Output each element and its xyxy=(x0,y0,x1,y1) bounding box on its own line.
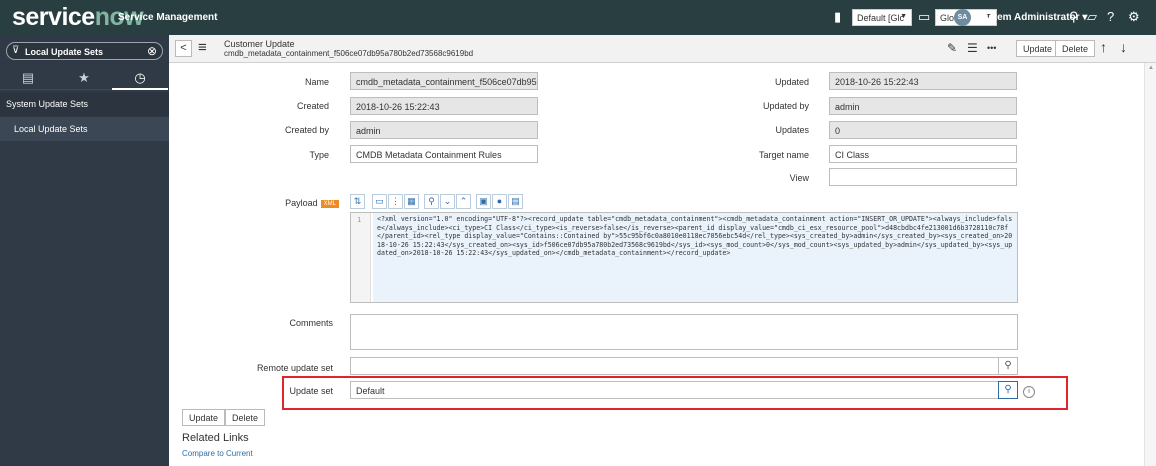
application-navigator: ⊽ Local Update Sets ⊗ ▤ ★ ◷ System Updat… xyxy=(0,35,169,466)
update-set-picker-value: Default [Glc xyxy=(857,13,905,23)
update-button[interactable]: Update xyxy=(1016,40,1060,57)
page-scrollbar[interactable]: ▲ xyxy=(1144,63,1156,466)
bottom-update-button[interactable]: Update xyxy=(182,409,226,426)
next-record-arrow-down-icon[interactable]: ↓ xyxy=(1120,39,1127,55)
tab-history-clock-icon[interactable]: ◷ xyxy=(112,70,168,90)
tab-all-applications-icon[interactable]: ▤ xyxy=(0,70,56,86)
updated-label: Updated xyxy=(774,77,809,87)
chevron-down-icon[interactable]: ⌄ xyxy=(440,194,455,209)
tab-favorites-star-icon[interactable]: ★ xyxy=(56,70,112,86)
remote-update-set-search-icon[interactable]: ⚲ xyxy=(998,357,1018,375)
attachment-paperclip-icon[interactable]: ✎ xyxy=(947,41,957,55)
payload-code[interactable]: <?xml version="1.0" encoding="UTF-8"?><r… xyxy=(373,213,1017,302)
created-by-field[interactable]: admin xyxy=(350,121,538,139)
close-icon[interactable]: ⊗ xyxy=(147,44,157,58)
compare-to-current-link[interactable]: Compare to Current xyxy=(182,449,253,458)
back-button[interactable]: < xyxy=(175,40,192,57)
payload-label-text: Payload xyxy=(285,198,318,208)
target-name-label: Target name xyxy=(758,150,809,160)
updated-by-field[interactable]: admin xyxy=(829,97,1017,115)
target-name-field[interactable]: CI Class xyxy=(829,145,1017,163)
chevron-up-icon[interactable]: ⌃ xyxy=(456,194,471,209)
gear-icon[interactable]: ⚙ xyxy=(1128,10,1140,24)
line-number-gutter: 1 xyxy=(351,213,371,302)
type-label: Type xyxy=(309,150,329,160)
scroll-up-icon[interactable]: ▲ xyxy=(1148,65,1154,71)
update-set-picker[interactable]: Default [Glc ▼ xyxy=(852,9,912,26)
logo-text: service xyxy=(12,3,95,31)
customer-update-form: Name cmdb_metadata_containment_f506ce07d… xyxy=(169,63,1156,466)
search-icon[interactable]: ⚲ xyxy=(1069,10,1079,24)
updates-field[interactable]: 0 xyxy=(829,121,1017,139)
nav-item-local-update-sets[interactable]: Local Update Sets xyxy=(0,117,169,141)
previous-record-arrow-up-icon[interactable]: ↑ xyxy=(1100,39,1107,55)
payload-editor[interactable]: 1 <?xml version="1.0" encoding="UTF-8"?>… xyxy=(350,212,1018,303)
related-links-title: Related Links xyxy=(182,432,249,444)
search-icon[interactable]: ⚲ xyxy=(424,194,439,209)
type-field[interactable]: CMDB Metadata Containment Rules xyxy=(350,145,538,163)
payload-label: Payload XML xyxy=(229,198,339,208)
personalize-sliders-icon[interactable]: ☰ xyxy=(967,41,978,55)
scope-picker-icon[interactable]: ▭ xyxy=(918,10,930,24)
application-picker-icon[interactable]: ▮ xyxy=(834,10,841,24)
toggle-syntax-icon[interactable]: ▦ xyxy=(404,194,419,209)
navigator-filter-input[interactable]: ⊽ Local Update Sets ⊗ xyxy=(6,42,163,60)
save-icon[interactable]: ▤ xyxy=(508,194,523,209)
format-code-icon[interactable]: ⋮ xyxy=(388,194,403,209)
updated-by-label: Updated by xyxy=(762,101,809,111)
updated-field[interactable]: 2018-10-26 15:22:43 xyxy=(829,72,1017,90)
remote-update-set-label: Remote update set xyxy=(256,363,333,373)
created-by-label: Created by xyxy=(284,125,329,135)
highlight-annotation-box xyxy=(282,376,1068,410)
record-display-value: cmdb_metadata_containment_f506ce07db95a7… xyxy=(224,49,474,58)
chevron-left-icon: < xyxy=(180,42,187,54)
filter-text: Local Update Sets xyxy=(25,47,104,57)
comment-icon[interactable]: ▭ xyxy=(372,194,387,209)
comments-field[interactable] xyxy=(350,314,1018,350)
more-options-icon[interactable]: ••• xyxy=(987,43,996,53)
navigator-tabs: ▤ ★ ◷ xyxy=(0,66,169,90)
view-field[interactable] xyxy=(829,168,1017,186)
toggle-script-icon[interactable]: ⇅ xyxy=(350,194,365,209)
context-menu-hamburger-icon[interactable]: ≡ xyxy=(198,40,207,55)
name-label: Name xyxy=(304,77,329,87)
nav-item-system-update-sets[interactable]: System Update Sets xyxy=(0,92,169,116)
avatar[interactable]: SA xyxy=(954,9,971,26)
top-banner: servicenow Service Management ▮ Default … xyxy=(0,0,1156,35)
created-field[interactable]: 2018-10-26 15:22:43 xyxy=(350,97,538,115)
product-name: Service Management xyxy=(118,12,218,23)
replace-icon[interactable]: ▣ xyxy=(476,194,491,209)
bottom-delete-button[interactable]: Delete xyxy=(225,409,266,426)
remote-update-set-field[interactable] xyxy=(350,357,999,375)
form-title: Customer Update xyxy=(224,39,295,49)
form-header: < ≡ Customer Update cmdb_metadata_contai… xyxy=(169,35,1156,63)
help-circle-icon[interactable]: ● xyxy=(492,194,507,209)
comments-label: Comments xyxy=(289,318,333,328)
chevron-down-icon: ▼ xyxy=(900,13,907,20)
filter-icon: ⊽ xyxy=(12,45,20,56)
created-label: Created xyxy=(296,101,329,111)
view-label: View xyxy=(789,173,809,183)
help-icon[interactable]: ? xyxy=(1107,10,1114,24)
xml-badge: XML xyxy=(320,199,339,208)
name-field[interactable]: cmdb_metadata_containment_f506ce07db95a7… xyxy=(350,72,538,90)
updates-label: Updates xyxy=(775,125,809,135)
delete-button[interactable]: Delete xyxy=(1055,40,1096,57)
chat-icon[interactable]: ▱ xyxy=(1087,10,1097,24)
